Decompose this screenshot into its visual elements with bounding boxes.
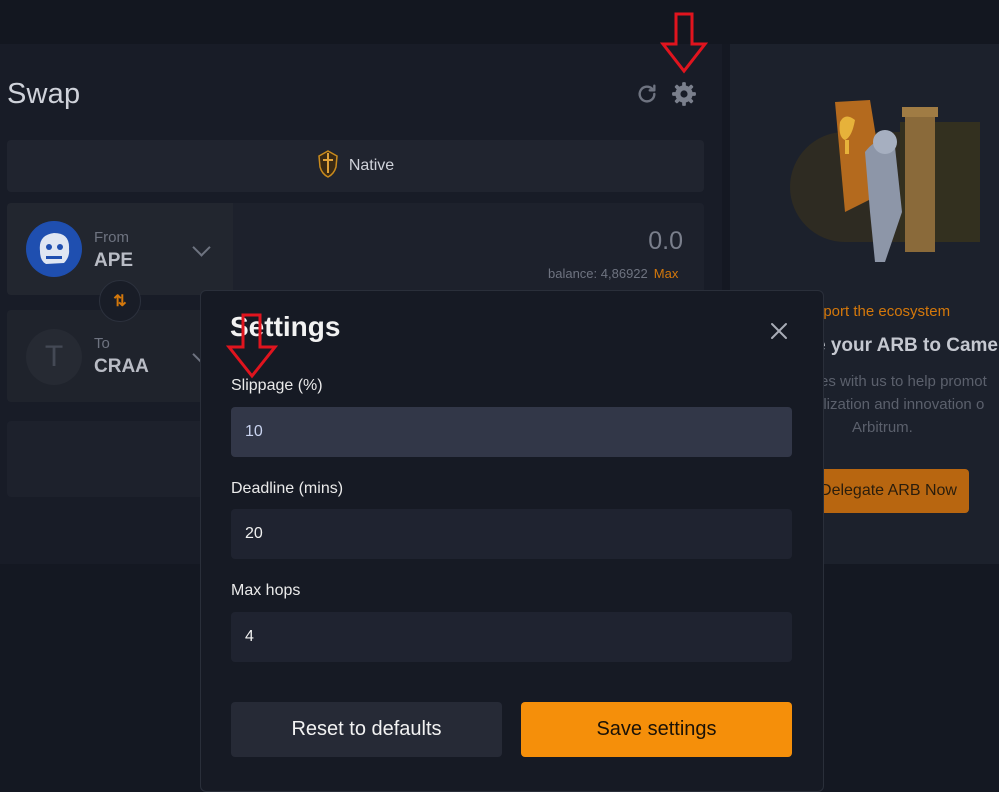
delegate-arb-button[interactable]: Delegate ARB Now — [808, 469, 969, 513]
to-label: To — [94, 335, 110, 352]
swap-title: Swap — [7, 78, 81, 110]
to-token-name: CRAA — [94, 356, 149, 377]
reset-defaults-button[interactable]: Reset to defaults — [231, 702, 502, 757]
max-hops-label: Max hops — [231, 582, 301, 599]
refresh-icon[interactable] — [634, 81, 660, 107]
promo-title: e your ARB to Camel — [815, 335, 999, 356]
close-icon[interactable] — [766, 318, 792, 344]
swap-vertical-icon: ⇅ — [113, 293, 127, 310]
from-amount[interactable]: 0.0 — [648, 227, 683, 256]
switch-tokens-button[interactable]: ⇅ — [99, 280, 141, 322]
promo-subtitle: pport the ecosystem — [815, 303, 951, 320]
promo-description: es with us to help promot ilization and … — [820, 370, 987, 439]
settings-title: Settings — [230, 311, 341, 342]
shield-sword-icon — [317, 149, 339, 184]
deadline-input[interactable] — [231, 509, 792, 559]
route-mode-selector[interactable]: Native — [7, 140, 704, 192]
route-mode-label: Native — [348, 157, 395, 174]
slippage-label: Slippage (%) — [231, 377, 323, 394]
from-label: From — [94, 229, 129, 246]
promo-desc-line: Arbitrum. — [852, 419, 913, 436]
from-token-name: APE — [94, 250, 134, 271]
max-button[interactable]: Max — [654, 266, 679, 281]
save-settings-button[interactable]: Save settings — [521, 702, 792, 757]
deadline-label: Deadline (mins) — [231, 480, 344, 497]
max-hops-input[interactable] — [231, 612, 792, 662]
slippage-input[interactable] — [231, 407, 792, 457]
craa-token-icon: T — [26, 329, 82, 385]
promo-desc-line: es with us to help promot — [820, 373, 987, 390]
knight-illustration — [790, 92, 985, 272]
balance-text: balance: 4,86922 — [548, 266, 648, 281]
promo-desc-line: ilization and innovation o — [820, 396, 985, 413]
top-bar — [0, 0, 999, 44]
settings-gear-icon[interactable] — [670, 80, 698, 108]
ape-token-icon — [26, 221, 82, 277]
from-balance: balance: 4,86922 Max — [548, 266, 678, 281]
